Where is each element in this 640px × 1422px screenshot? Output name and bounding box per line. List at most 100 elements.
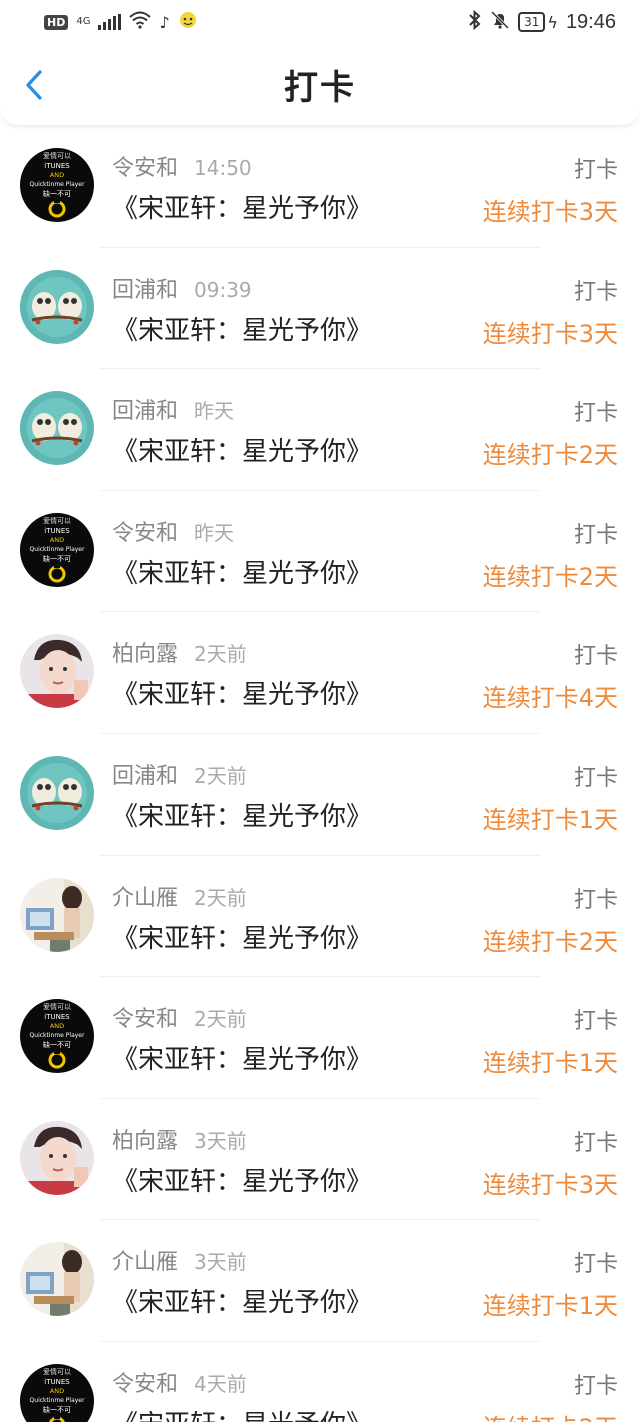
list-item[interactable]: 介山雁 2天前 《宋亚轩：星光予你》 打卡 连续打卡2天 xyxy=(0,856,640,978)
list-item[interactable]: 爱情可以 iTUNES AND Quicktinme Player 缺一不可 令… xyxy=(0,491,640,613)
avatar-text-line3: Quicktinme Player xyxy=(30,546,85,553)
charging-icon: ϟ xyxy=(547,12,558,32)
avatar[interactable]: 爱情可以 iTUNES AND Quicktinme Player 缺一不可 xyxy=(20,512,94,587)
avatar[interactable] xyxy=(20,269,94,344)
streak-label: 连续打卡4天 xyxy=(482,684,618,713)
user-name[interactable]: 柏向露 xyxy=(112,1123,178,1155)
avatar[interactable] xyxy=(20,391,94,466)
avatar-text-line4: 缺一不可 xyxy=(43,1040,71,1049)
status-bar: HD 4G ♪ 31 ϟ 19:46 xyxy=(0,0,640,44)
list-item[interactable]: 柏向露 2天前《宋亚轩：星光予你》 打卡连续打卡4天 xyxy=(0,612,640,734)
streak-label: 连续打卡1天 xyxy=(482,1292,618,1321)
hd-badge: HD xyxy=(44,14,69,30)
avatar-text-top: 爱情可以 xyxy=(43,516,71,525)
avatar-text-line1: iTUNES xyxy=(44,527,70,535)
timestamp: 昨天 xyxy=(194,520,235,545)
timestamp: 09:39 xyxy=(194,277,252,302)
avatar[interactable] xyxy=(20,755,94,830)
book-title[interactable]: 《宋亚轩：星光予你》 xyxy=(112,1282,372,1319)
avatar-text-line2: AND xyxy=(50,1387,64,1395)
music-icon: ♪ xyxy=(159,12,170,32)
network-type: 4G xyxy=(76,16,91,27)
checkin-tag: 打卡 xyxy=(573,522,618,548)
list-item[interactable]: 爱情可以 iTUNES AND Quicktinme Player 缺一不可 令… xyxy=(0,977,640,1099)
user-name[interactable]: 回浦和 xyxy=(112,393,178,425)
list-item[interactable]: 爱情可以 iTUNES AND Quicktinme Player 缺一不可 令… xyxy=(0,1342,640,1422)
avatar-text-line1: iTUNES xyxy=(44,1013,70,1021)
streak-label: 连续打卡3天 xyxy=(482,198,618,226)
streak-label: 连续打卡2天 xyxy=(482,927,618,956)
avatar-text-line2: AND xyxy=(50,1022,64,1030)
list-item[interactable]: 回浦和 昨天《宋亚轩：星光予你》 打卡连续打卡2天 xyxy=(0,369,640,491)
name-line: 柏向露 3天前 xyxy=(112,1123,247,1155)
avatar[interactable] xyxy=(20,877,94,952)
book-title[interactable]: 《宋亚轩：星光予你》 xyxy=(112,553,372,590)
timestamp: 14:50 xyxy=(194,156,252,180)
checkin-tag: 打卡 xyxy=(573,401,618,427)
timestamp: 4天前 xyxy=(194,1371,247,1396)
book-title[interactable]: 《宋亚轩：星光予你》 xyxy=(112,1039,372,1076)
book-title[interactable]: 《宋亚轩：星光予你》 xyxy=(112,310,372,347)
bluetooth-icon xyxy=(468,9,482,35)
streak-label: 连续打卡2天 xyxy=(483,1408,618,1422)
list-item[interactable]: 回浦和 09:39 《宋亚轩：星光予你》 打卡 连续打卡3天 xyxy=(0,248,640,370)
avatar-text-line4: 缺一不可 xyxy=(43,1405,71,1414)
book-title[interactable]: 《宋亚轩：星光予你》 xyxy=(112,918,372,955)
avatar[interactable] xyxy=(20,634,94,709)
name-line: 柏向露 2天前 xyxy=(112,636,247,668)
list-item[interactable]: 柏向露 3天前《宋亚轩：星光予你》 打卡连续打卡3天 xyxy=(0,1099,640,1221)
book-title[interactable]: 《宋亚轩：星光予你》 xyxy=(112,431,372,468)
avatar[interactable]: 爱情可以 iTUNES AND Quicktinme Player 缺一不可 xyxy=(20,148,94,222)
streak-label: 连续打卡3天 xyxy=(482,1170,618,1199)
avatar-text-top: 爱情可以 xyxy=(43,1367,71,1376)
notification-app-icon xyxy=(178,10,198,35)
avatar-text-line3: Quicktinme Player xyxy=(30,181,85,188)
list-item[interactable]: 爱情可以 iTUNES AND Quicktinme Player 缺一不可 令… xyxy=(0,126,640,248)
list-item[interactable]: 回浦和 2天前 《宋亚轩：星光予你》 打卡 连续打卡1天 xyxy=(0,734,640,856)
list-item[interactable]: 介山雁 3天前 《宋亚轩：星光予你》 打卡 连续打卡1天 xyxy=(0,1220,640,1342)
checkin-tag: 打卡 xyxy=(573,1373,618,1399)
user-name[interactable]: 柏向露 xyxy=(112,636,178,668)
timestamp: 2天前 xyxy=(194,763,247,788)
avatar[interactable] xyxy=(20,1120,94,1195)
name-line: 介山雁 3天前 xyxy=(112,1244,247,1276)
user-name[interactable]: 令安和 xyxy=(112,515,178,547)
book-title[interactable]: 《宋亚轩：星光予你》 xyxy=(112,1404,372,1422)
back-button[interactable] xyxy=(20,70,50,100)
name-line: 令安和 昨天 xyxy=(112,515,234,547)
user-name[interactable]: 令安和 xyxy=(112,1366,178,1398)
avatar[interactable] xyxy=(20,1242,94,1317)
avatar[interactable]: 爱情可以 iTUNES AND Quicktinme Player 缺一不可 xyxy=(20,1363,94,1422)
streak-label: 连续打卡3天 xyxy=(482,319,618,348)
checkin-tag: 打卡 xyxy=(573,644,618,670)
timestamp: 2天前 xyxy=(194,642,247,667)
avatar-text-line3: Quicktinme Player xyxy=(30,1397,85,1404)
checkin-list: 爱情可以 iTUNES AND Quicktinme Player 缺一不可 令… xyxy=(0,126,640,1422)
avatar[interactable]: 爱情可以 iTUNES AND Quicktinme Player 缺一不可 xyxy=(20,999,94,1074)
mute-bell-icon xyxy=(490,10,510,35)
user-name[interactable]: 介山雁 xyxy=(112,880,178,912)
name-line: 回浦和 09:39 xyxy=(112,272,252,304)
book-title[interactable]: 《宋亚轩：星光予你》 xyxy=(112,796,372,833)
user-name[interactable]: 回浦和 xyxy=(112,758,178,790)
name-line: 令安和 4天前 xyxy=(112,1366,247,1398)
avatar-text-line1: iTUNES xyxy=(44,162,70,170)
user-name[interactable]: 介山雁 xyxy=(112,1244,178,1276)
user-name[interactable]: 令安和 xyxy=(112,1001,178,1033)
battery-indicator: 31 ϟ xyxy=(518,12,558,32)
avatar-text-line4: 缺一不可 xyxy=(43,189,71,198)
book-title[interactable]: 《宋亚轩：星光予你》 xyxy=(112,188,372,225)
book-title[interactable]: 《宋亚轩：星光予你》 xyxy=(112,1161,372,1198)
streak-label: 连续打卡2天 xyxy=(482,441,618,470)
user-name[interactable]: 令安和 xyxy=(112,150,178,182)
avatar-text-line2: AND xyxy=(50,536,64,544)
page-title: 打卡 xyxy=(284,68,356,108)
timestamp: 昨天 xyxy=(194,399,235,424)
avatar-text-line3: Quicktinme Player xyxy=(30,1032,85,1039)
avatar-text-line1: iTUNES xyxy=(44,1378,70,1386)
checkin-tag: 打卡 xyxy=(573,1130,618,1156)
streak-label: 连续打卡1天 xyxy=(482,1049,618,1078)
name-line: 令安和 2天前 xyxy=(112,1001,247,1033)
book-title[interactable]: 《宋亚轩：星光予你》 xyxy=(112,674,372,711)
user-name[interactable]: 回浦和 xyxy=(112,272,178,304)
